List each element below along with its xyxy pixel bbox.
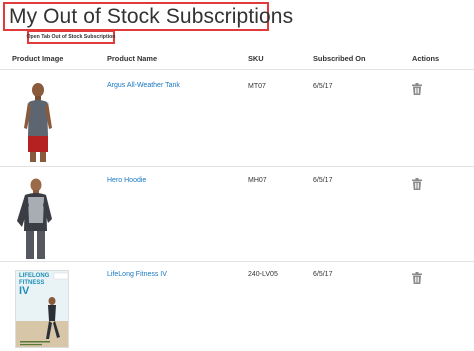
product-name-link[interactable]: LifeLong Fitness IV	[107, 271, 167, 278]
product-sku: MT07	[248, 83, 266, 90]
table-row: LIFELONG FITNESS IV LifeLong Fitness IV …	[0, 262, 474, 351]
table-row: Hero Hoodie MH07 6/5/17	[0, 167, 474, 261]
trash-icon[interactable]	[412, 178, 422, 190]
dvd-title-line-3: IV	[19, 285, 30, 297]
column-header-actions: Actions	[412, 54, 440, 63]
column-header-subscribed-on: Subscribed On	[313, 54, 366, 63]
product-name-link[interactable]: Hero Hoodie	[107, 177, 146, 184]
column-header-product-image: Product Image	[12, 54, 64, 63]
open-tab-button[interactable]: Open Tab Out of Stock Subscription	[27, 30, 115, 44]
trash-icon[interactable]	[412, 272, 422, 284]
page-title: My Out of Stock Subscriptions	[9, 4, 294, 28]
man-in-tank-top-photo[interactable]	[22, 78, 54, 162]
dvd-title: LIFELONG FITNESS IV	[19, 273, 49, 297]
man-in-hoodie-photo[interactable]	[14, 177, 54, 259]
table-row: Argus All-Weather Tank MT07 6/5/17	[0, 70, 474, 166]
trash-icon[interactable]	[412, 83, 422, 95]
product-sku: 240-LV05	[248, 271, 278, 278]
column-header-product-name: Product Name	[107, 54, 158, 63]
dvd-cover-photo[interactable]: LIFELONG FITNESS IV	[15, 270, 69, 348]
dvd-title-line-1: LIFELONG	[19, 273, 50, 279]
page-title-highlight: My Out of Stock Subscriptions	[3, 2, 293, 31]
product-name-link[interactable]: Argus All-Weather Tank	[107, 82, 180, 89]
column-header-sku: SKU	[248, 54, 264, 63]
subscribed-date: 6/5/17	[313, 271, 333, 278]
subscribed-date: 6/5/17	[313, 177, 333, 184]
product-sku: MH07	[248, 177, 267, 184]
subscribed-date: 6/5/17	[313, 83, 333, 90]
